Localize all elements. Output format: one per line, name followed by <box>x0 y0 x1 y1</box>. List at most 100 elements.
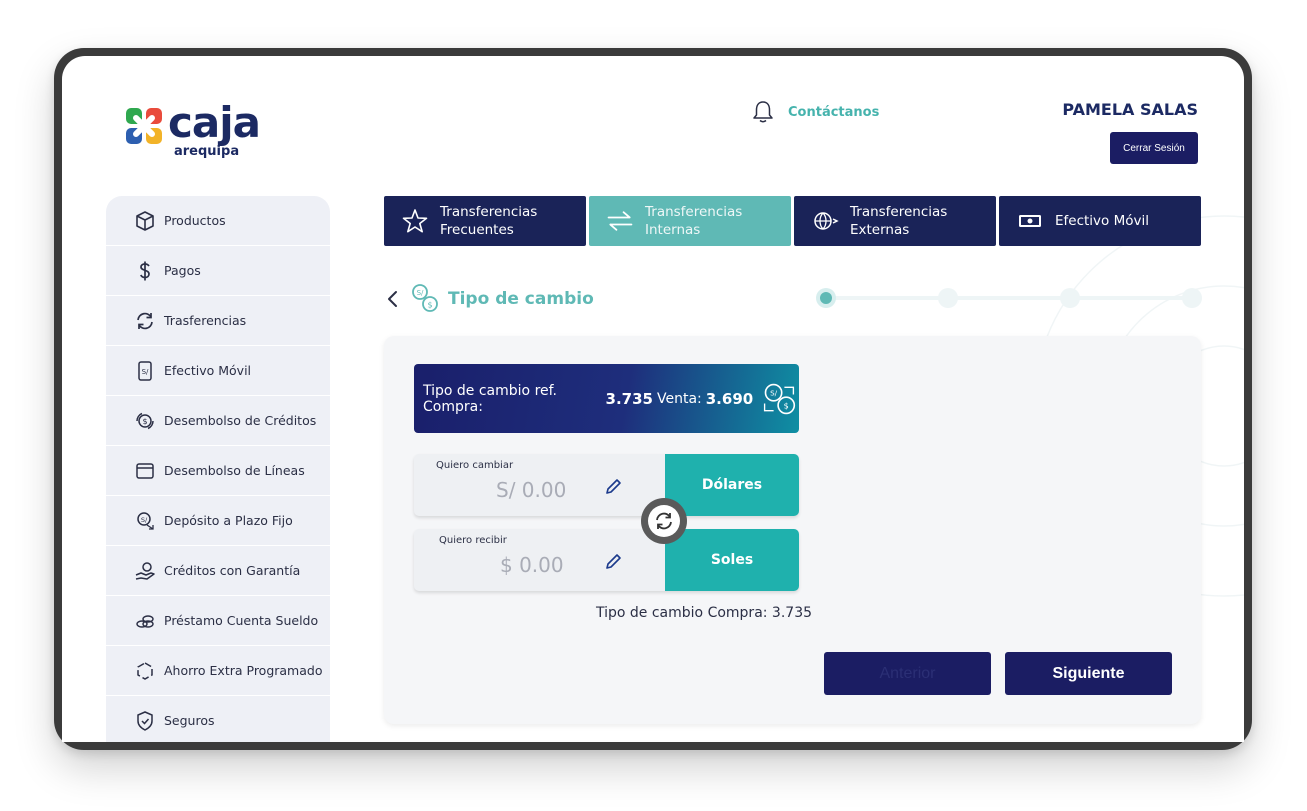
step-1 <box>816 288 836 308</box>
user-name: PAMELA SALAS <box>1062 100 1198 119</box>
deposit-icon: S/ <box>137 511 154 530</box>
from-amount-input[interactable]: S/ 0.00 <box>496 478 566 502</box>
sidebar-item-prestamo-cuenta-sueldo[interactable]: Préstamo Cuenta Sueldo <box>106 596 330 646</box>
tab-label-line2: Frecuentes <box>440 222 514 238</box>
dollar-icon <box>140 261 150 280</box>
sidebar-item-label: Créditos con Garantía <box>164 563 301 578</box>
box-icon <box>136 210 154 231</box>
coin-cycle-icon: $ <box>136 412 154 429</box>
sidebar-item-label: Ahorro Extra Programado <box>164 663 323 678</box>
swap-arrows-icon <box>607 211 633 231</box>
buy-rate: 3.735 <box>605 389 653 408</box>
shield-icon <box>137 710 153 731</box>
exchange-card: Tipo de cambio ref. Compra: 3.735 Venta:… <box>384 336 1201 724</box>
tab-efectivo-movil[interactable]: Efectivo Móvil <box>999 196 1201 246</box>
app-screen: caja arequipa Contáctanos PAMELA SALAS C… <box>62 56 1244 742</box>
sidebar-item-label: Seguros <box>164 713 215 728</box>
tab-transferencias-frecuentes[interactable]: Transferencias Frecuentes <box>384 196 586 246</box>
sidebar-item-productos[interactable]: Productos <box>106 196 330 246</box>
back-button[interactable]: Anterior <box>824 652 991 695</box>
to-amount-field[interactable]: Quiero recibir $ 0.00 Soles <box>414 529 799 591</box>
sidebar-item-label: Desembolso de Créditos <box>164 413 317 428</box>
svg-text:S/: S/ <box>141 516 148 524</box>
transfer-tabs: Transferencias Frecuentes Transferencias I… <box>384 196 1201 246</box>
page-title: Tipo de cambio <box>448 289 594 309</box>
bell-icon <box>753 101 773 123</box>
sidebar-item-efectivo-movil[interactable]: S/ Efectivo Móvil <box>106 346 330 396</box>
tab-transferencias-externas[interactable]: Transferencias Externas <box>794 196 996 246</box>
svg-text:$: $ <box>784 400 789 410</box>
sidebar-item-label: Trasferencias <box>164 313 247 328</box>
svg-text:S/: S/ <box>142 368 149 376</box>
exchange-coins-icon: S/$ <box>412 284 438 312</box>
star-icon <box>402 209 428 233</box>
stepper-track <box>826 296 1192 300</box>
svg-text:$: $ <box>427 301 432 310</box>
tab-label-line1: Transferencias <box>645 204 743 220</box>
swap-icon <box>656 512 672 530</box>
from-label: Quiero cambiar <box>436 460 514 471</box>
tab-label-line2: Externas <box>850 222 910 238</box>
swap-inner <box>648 505 680 537</box>
banner-prefix: Tipo de cambio ref. Compra: <box>423 382 557 415</box>
sidebar-item-label: Desembolso de Líneas <box>164 463 305 478</box>
tab-transferencias-internas[interactable]: Transferencias Internas <box>589 196 791 246</box>
coins-stack-icon <box>136 614 154 628</box>
to-label: Quiero recibir <box>439 535 507 546</box>
step-3 <box>1060 288 1080 308</box>
sidebar-item-deposito-plazo-fijo[interactable]: S/ Depósito a Plazo Fijo <box>106 496 330 546</box>
sidebar-item-label: Préstamo Cuenta Sueldo <box>164 613 319 628</box>
from-amount-field[interactable]: Quiero cambiar S/ 0.00 Dólares <box>414 454 799 516</box>
hand-coin-icon <box>135 561 155 580</box>
refresh-icon <box>137 312 153 329</box>
sidebar-item-ahorro-extra[interactable]: Ahorro Extra Programado <box>106 646 330 696</box>
svg-text:S/: S/ <box>417 289 424 297</box>
from-currency-button[interactable]: Dólares <box>665 454 799 516</box>
svg-text:S/: S/ <box>770 388 778 397</box>
sidebar-item-label: Pagos <box>164 263 201 278</box>
sidebar: Productos Pagos Trasferencias S/ Efectiv… <box>106 196 330 742</box>
contact-link[interactable]: Contáctanos <box>752 100 879 124</box>
swap-currencies-button[interactable] <box>641 498 687 544</box>
sidebar-item-seguros[interactable]: Seguros <box>106 696 330 742</box>
globe-icon <box>814 212 839 230</box>
sell-rate: 3.690 <box>705 389 754 408</box>
brand-name: caja <box>168 98 261 147</box>
wallet-icon <box>136 462 154 479</box>
step-2 <box>938 288 958 308</box>
brand-mark-icon <box>126 108 162 144</box>
rate-note: Tipo de cambio Compra: 3.735 <box>596 605 813 621</box>
to-amount-input[interactable]: $ 0.00 <box>500 553 564 577</box>
currency-exchange-icon: S/ $ <box>764 383 796 414</box>
sidebar-item-label: Depósito a Plazo Fijo <box>164 513 293 528</box>
tab-label-line1: Transferencias <box>850 204 948 220</box>
sidebar-item-desembolso-creditos[interactable]: $ Desembolso de Créditos <box>106 396 330 446</box>
pencil-icon[interactable] <box>602 551 624 573</box>
brand-sub: arequipa <box>174 144 240 159</box>
logout-button[interactable]: Cerrar Sesión <box>1110 132 1198 164</box>
cash-icon <box>1019 215 1041 227</box>
progress-stepper <box>816 288 1202 308</box>
sidebar-item-desembolso-lineas[interactable]: Desembolso de Líneas <box>106 446 330 496</box>
tab-label-line2: Internas <box>645 222 701 238</box>
sidebar-item-label: Efectivo Móvil <box>164 363 252 378</box>
phone-money-icon: S/ <box>138 360 152 381</box>
sell-label: Venta: <box>656 390 702 407</box>
device-frame: caja arequipa Contáctanos PAMELA SALAS C… <box>54 48 1252 750</box>
sidebar-item-trasferencias[interactable]: Trasferencias <box>106 296 330 346</box>
pencil-icon[interactable] <box>602 476 624 498</box>
exchange-rate-banner: Tipo de cambio ref. Compra: 3.735 Venta:… <box>414 364 799 433</box>
sidebar-item-label: Productos <box>164 213 226 228</box>
tab-label-line1: Efectivo Móvil <box>1055 213 1149 229</box>
svg-text:$: $ <box>142 417 147 426</box>
cycle-arrows-icon <box>137 661 153 680</box>
next-button[interactable]: Siguiente <box>1005 652 1172 695</box>
sidebar-item-pagos[interactable]: Pagos <box>106 246 330 296</box>
step-4 <box>1182 288 1202 308</box>
tab-label-line1: Transferencias <box>440 204 538 220</box>
sidebar-item-creditos-garantia[interactable]: Créditos con Garantía <box>106 546 330 596</box>
to-currency-button[interactable]: Soles <box>665 529 799 591</box>
contact-label: Contáctanos <box>788 104 880 120</box>
chevron-left-icon[interactable] <box>384 287 402 311</box>
page-header: S/$ Tipo de cambio <box>384 282 594 316</box>
